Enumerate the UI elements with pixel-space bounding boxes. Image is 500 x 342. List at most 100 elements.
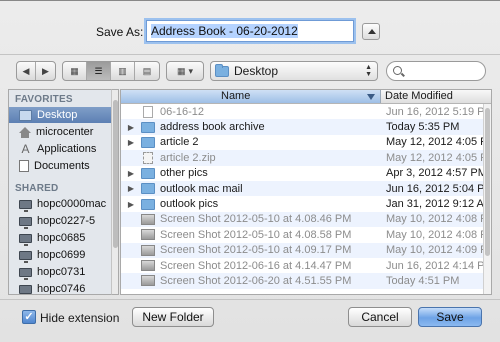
file-name: article 2.zip [160,151,216,164]
folder-icon [141,183,155,195]
file-date: Jun 16, 2012 5:04 PM [386,182,492,195]
file-row[interactable]: Screen Shot 2012-05-10 at 4.08.58 PM May … [121,227,491,243]
file-date: Today 5:35 PM [386,121,460,134]
documents-icon [19,160,29,172]
forward-button[interactable]: ▶ [36,62,55,80]
sidebar-item-applications[interactable]: A Applications [9,141,118,157]
file-row[interactable]: 06-16-12 Jun 16, 2012 5:19 PM [121,104,491,120]
file-date: Today 4:51 PM [386,274,460,287]
file-name: 06-16-12 [160,105,205,118]
icon-view-button[interactable]: ▦ [63,62,87,80]
saveas-row: Save As: Address Book - 06-20-2012 [0,19,500,45]
zip-archive-icon [143,151,153,164]
folder-icon [141,198,155,210]
file-row[interactable]: Screen Shot 2012-06-20 at 4.51.55 PM Toda… [121,273,491,289]
location-popup[interactable]: Desktop ▲ ▼ [210,61,378,81]
checkmark-icon: ✓ [24,311,34,323]
date-column-label: Date Modified [385,90,453,102]
file-name: Screen Shot 2012-06-16 at 4.14.47 PM [160,259,352,272]
sidebar-item-shared[interactable]: hopc0699 [9,247,118,263]
disclosure-triangle-icon[interactable]: ▶ [121,123,141,132]
file-row[interactable]: Screen Shot 2012-06-16 at 4.14.47 PM Jun … [121,257,491,274]
file-date: May 12, 2012 4:05 PM [386,151,492,164]
date-column-header[interactable]: Date Modified [381,90,453,103]
file-name: outlook mac mail [160,182,243,195]
computer-icon [19,216,32,229]
file-list-scroll-thumb[interactable] [485,108,490,256]
coverflow-view-button[interactable]: ▤ [135,62,159,80]
sidebar-item-documents[interactable]: Documents [9,158,118,174]
file-date: Apr 3, 2012 4:57 PM [386,167,487,180]
cancel-button[interactable]: Cancel [348,307,412,327]
sidebar-item-shared[interactable]: hopc0746 [9,281,118,294]
name-column-header[interactable]: Name [121,90,381,103]
arrange-button[interactable]: ▦ ▾ [166,61,204,81]
computer-icon [19,267,32,280]
disclosure-triangle-icon[interactable]: ▶ [121,200,141,209]
back-forward-control: ◀ ▶ [16,61,56,81]
sidebar-item-shared[interactable]: hopc0000mac [9,196,118,212]
folder-icon [141,121,155,133]
file-date: May 12, 2012 4:05 PM [386,136,492,149]
image-file-icon [141,229,155,241]
sidebar-item-shared[interactable]: hopc0685 [9,230,118,246]
computer-icon [19,250,32,263]
view-mode-control: ▦ ☰ ▥ ▤ [62,61,160,81]
file-row[interactable]: ▶ address book archive Today 5:35 PM [121,119,491,135]
sidebar-item-label: Applications [37,143,97,155]
save-button[interactable]: Save [418,307,482,327]
file-row[interactable]: ▶ article 2 May 12, 2012 4:05 PM [121,134,492,151]
chevron-down-icon: ▾ [188,65,194,76]
file-list-scrollbar[interactable] [483,104,491,294]
column-view-button[interactable]: ▥ [111,62,135,80]
sidebar-item-label: microcenter [36,126,94,138]
file-row[interactable]: Screen Shot 2012-05-10 at 4.09.17 PM May … [121,242,492,258]
new-folder-button[interactable]: New Folder [132,307,214,327]
file-name: Screen Shot 2012-05-10 at 4.08.46 PM [160,213,352,226]
file-name: Screen Shot 2012-05-10 at 4.08.58 PM [160,228,352,241]
list-view-button[interactable]: ☰ [87,62,111,80]
sidebar-item-label: Desktop [37,109,78,121]
sidebar-item-shared[interactable]: hopc0731 [9,264,118,280]
sidebar-item-desktop[interactable]: Desktop [9,107,118,123]
name-column-label: Name [221,90,251,102]
arrange-cell: ▦ ▾ [167,62,203,80]
sidebar-header-shared: SHARED [15,183,59,194]
filename-text: Address Book - 06-20-2012 [151,24,298,38]
coverflow-icon: ▤ [142,65,152,76]
arrange-grid-icon: ▦ [176,65,186,76]
file-name: address book archive [160,121,265,134]
applications-icon: A [21,141,30,156]
location-label: Desktop [234,64,279,78]
image-file-icon [141,213,155,225]
file-row[interactable]: ▶ outlook mac mail Jun 16, 2012 5:04 PM [121,180,492,197]
back-button[interactable]: ◀ [17,62,36,80]
updown-arrows-icon: ▲ ▼ [365,64,372,78]
file-name: other pics [160,167,208,180]
search-input[interactable] [386,61,486,81]
expand-dialog-button[interactable] [362,23,380,40]
sidebar-item-microcenter[interactable]: microcenter [9,124,118,140]
disclosure-triangle-icon[interactable]: ▶ [121,138,141,147]
hide-extension-checkbox[interactable]: ✓ [22,310,36,324]
sidebar-scrollbar[interactable] [111,89,119,295]
file-row[interactable]: ▶ other pics Apr 3, 2012 4:57 PM [121,165,491,181]
hide-extension-label: Hide extension [40,311,120,325]
file-row[interactable]: ▶ outlook pics Jan 31, 2012 9:12 AM [121,196,491,212]
disclosure-triangle-icon[interactable]: ▶ [121,184,141,193]
disclosure-triangle-icon[interactable]: ▶ [121,169,141,178]
file-name: article 2 [160,136,199,149]
file-row[interactable]: article 2.zip May 12, 2012 4:05 PM [121,150,492,166]
filename-field[interactable]: Address Book - 06-20-2012 [146,20,354,42]
sidebar-item-shared[interactable]: hopc0227-5 [9,213,118,229]
image-file-icon [141,275,155,287]
sidebar-scroll-thumb[interactable] [113,100,118,248]
divider [0,299,500,300]
file-date: May 10, 2012 4:09 PM [386,244,492,257]
file-name: Screen Shot 2012-06-20 at 4.51.55 PM [160,274,352,287]
file-name: outlook pics [160,198,219,211]
folder-icon [141,136,155,148]
computer-icon [19,284,32,294]
chevron-right-icon: ▶ [42,65,49,76]
file-row[interactable]: Screen Shot 2012-05-10 at 4.08.46 PM May … [121,211,491,228]
